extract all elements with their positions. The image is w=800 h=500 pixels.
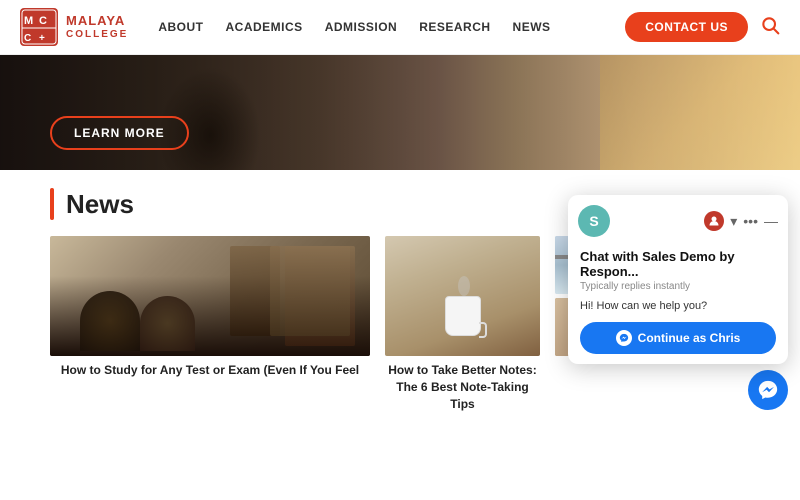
svg-text:+: + — [39, 33, 45, 44]
header: M C C + MALAYA COLLEGE ABOUT ACADEMICS A… — [0, 0, 800, 55]
chat-header-controls: ▾ ••• — — [704, 211, 778, 231]
header-right: CONTACT US — [625, 12, 780, 42]
nav-item-academics[interactable]: ACADEMICS — [226, 20, 303, 34]
logo[interactable]: M C C + MALAYA COLLEGE — [20, 8, 128, 46]
chat-body: Chat with Sales Demo by Respon... Typica… — [568, 243, 788, 364]
news-card-1-title: How to Study for Any Test or Exam (Even … — [50, 362, 370, 379]
search-button[interactable] — [760, 15, 780, 40]
svg-text:C: C — [39, 15, 47, 27]
svg-text:M: M — [24, 15, 33, 27]
chat-header: S ▾ ••• — — [568, 195, 788, 243]
chat-more-icon[interactable]: ••• — [743, 213, 758, 229]
nav-item-news[interactable]: NEWS — [513, 20, 551, 34]
news-card-1[interactable]: How to Study for Any Test or Exam (Even … — [50, 236, 370, 412]
news-card-2-image — [385, 236, 540, 356]
logo-name: MALAYA — [66, 14, 128, 28]
svg-text:C: C — [24, 33, 31, 44]
news-section: News How to Study for Any Test or Exam (… — [0, 170, 800, 422]
news-section-title: News — [66, 189, 134, 220]
chat-mini-avatar — [704, 211, 724, 231]
hero-overlay — [0, 55, 800, 170]
chat-subtitle: Typically replies instantly — [580, 281, 776, 292]
chat-continue-label: Continue as Chris — [638, 331, 741, 345]
news-card-2-title: How to Take Better Notes: The 6 Best Not… — [385, 362, 540, 412]
news-title-accent — [50, 188, 54, 220]
nav-item-research[interactable]: RESEARCH — [419, 20, 490, 34]
chat-dropdown-icon[interactable]: ▾ — [730, 213, 737, 230]
logo-icon: M C C + — [20, 8, 58, 46]
nav-item-admission[interactable]: ADMISSION — [325, 20, 398, 34]
news-card-2[interactable]: How to Take Better Notes: The 6 Best Not… — [385, 236, 540, 412]
messenger-bubble[interactable] — [748, 370, 788, 410]
search-icon — [760, 15, 780, 35]
chat-widget: S ▾ ••• — Chat with Sales Demo by Respon… — [568, 195, 788, 364]
chat-title: Chat with Sales Demo by Respon... — [580, 249, 776, 279]
news-card-1-image — [50, 236, 370, 356]
hero-section: LEARN MORE — [0, 55, 800, 170]
nav-item-about[interactable]: ABOUT — [158, 20, 203, 34]
learn-more-button[interactable]: LEARN MORE — [50, 116, 189, 150]
chat-message: Hi! How can we help you? — [580, 300, 776, 312]
contact-button[interactable]: CONTACT US — [625, 12, 748, 42]
logo-sub: COLLEGE — [66, 29, 128, 40]
chat-avatar: S — [578, 205, 610, 237]
messenger-icon — [616, 330, 632, 346]
messenger-bubble-icon — [757, 379, 779, 401]
logo-text: MALAYA COLLEGE — [66, 14, 128, 39]
main-nav: ABOUT ACADEMICS ADMISSION RESEARCH NEWS — [158, 20, 625, 34]
chat-continue-button[interactable]: Continue as Chris — [580, 322, 776, 354]
chat-minimize-icon[interactable]: — — [764, 213, 778, 229]
